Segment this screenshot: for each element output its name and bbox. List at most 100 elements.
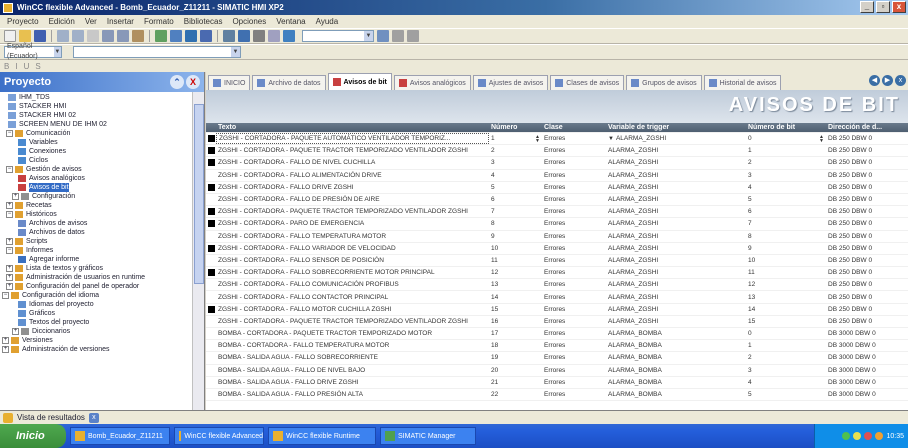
row-selector[interactable] [206,279,216,290]
grid-cell-bit[interactable]: 12 [746,279,826,290]
table-row[interactable]: ZGSHI - CORTADORA - PAQUETE TRACTOR TEMP… [206,145,908,158]
grid-cell-num[interactable]: 22 [489,389,542,400]
menu-item[interactable]: Insertar [102,17,139,26]
grid-cell-cls[interactable]: Errores [542,279,606,290]
expand-icon[interactable]: + [12,193,19,200]
editor-tab[interactable]: Avisos analógicos [393,75,471,90]
editor-tab[interactable]: Ajustes de avisos [472,75,549,90]
grid-column-header[interactable]: Clase [542,123,606,132]
grid-cell-var[interactable]: ALARMA_BOMBA [606,389,746,400]
expand-icon[interactable]: + [2,346,9,353]
grid-cell-addr[interactable]: DB 250 DBW 0 [826,279,896,290]
menu-item[interactable]: Proyecto [2,17,44,26]
expand-icon[interactable]: + [6,283,13,290]
window-titlebar[interactable]: WinCC flexible Advanced - Bomb_Ecuador_Z… [0,0,908,15]
menu-item[interactable]: Bibliotecas [179,17,228,26]
grid-cell-num[interactable]: 7 [489,206,542,217]
grid-column-header[interactable]: Variable de trigger [606,123,746,132]
grid-cell-var[interactable]: ALARMA_ZGSHI [606,304,746,315]
project-tree-item[interactable]: − Gestión de avisos [0,165,193,174]
grid-cell-addr[interactable]: DB 3000 DBW 0 [826,365,896,376]
project-tree-item[interactable]: Ciclos [0,156,193,165]
taskbar-button[interactable]: WinCC flexible Advanced [174,427,264,445]
minimize-button[interactable]: _ [860,1,874,13]
row-selector[interactable] [206,194,216,205]
format-button[interactable]: U [24,62,30,71]
project-tree-item[interactable]: SCREEN MENU DE IHM 02 [0,120,193,129]
grid-cell-cls[interactable]: Errores [542,206,606,217]
row-selector[interactable] [206,157,216,168]
collapse-icon[interactable]: − [6,211,13,218]
grid-cell-addr[interactable]: DB 250 DBW 0 [826,304,896,315]
editor-tab[interactable]: Avisos de bit [327,73,392,90]
layer-icon[interactable] [377,30,389,42]
taskbar-button[interactable]: WinCC flexible Runtime [268,427,376,445]
grid-cell-text[interactable]: ZGSHI - CORTADORA - PAQUETE TRACTOR TEMP… [216,145,489,156]
grid-cell-var[interactable]: ALARMA_ZGSHI [606,218,746,229]
menu-item[interactable]: Edición [44,17,80,26]
row-selector[interactable] [206,218,216,229]
table-row[interactable]: ZGSHI - CORTADORA - FALLO SOBRECORRIENTE… [206,267,908,280]
table-row[interactable]: BOMBA - SALIDA AGUA - FALLO DRIVE ZGSHI 2… [206,377,908,389]
project-tree-item[interactable]: + Lista de textos y gráficos [0,264,193,273]
project-tree-scrollbar[interactable] [192,92,204,410]
grid-cell-cls[interactable]: Errores [542,182,606,193]
grid-cell-var[interactable]: ALARMA_BOMBA [606,328,746,339]
spinner-icon[interactable]: ▲ ▼ [535,134,540,143]
grid-cell-addr[interactable]: DB 3000 DBW 0 [826,340,896,351]
project-tree-item[interactable]: − Configuración del idioma [0,291,193,300]
replace-icon[interactable] [268,30,280,42]
undo-icon[interactable] [57,30,69,42]
grid-cell-var[interactable]: ALARMA_BOMBA [606,365,746,376]
font-select[interactable]: ▼ [73,46,241,58]
table-row[interactable]: BOMBA - CORTADORA - PAQUETE TRACTOR TEMP… [206,328,908,341]
project-tree-item[interactable]: Agregar informe [0,255,193,264]
grid-cell-num[interactable]: 10 [489,243,542,254]
grid-cell-num[interactable]: 8 [489,218,542,229]
grid-cell-cls[interactable]: Errores [542,340,606,351]
zoom-select[interactable]: ▼ [302,30,374,42]
row-selector[interactable] [206,291,216,302]
table-row[interactable]: ZGSHI - CORTADORA - FALLO DE NIVEL CUCHI… [206,157,908,170]
close-icon[interactable]: x [88,412,99,423]
grid-cell-cls[interactable]: Errores [542,157,606,168]
help-icon[interactable] [283,30,295,42]
menu-item[interactable]: Ayuda [311,17,344,26]
tab-close-icon[interactable]: x [895,75,906,86]
collapse-icon[interactable]: − [6,247,13,254]
table-row[interactable]: BOMBA - SALIDA AGUA - FALLO PRESIÓN ALTA… [206,389,908,402]
grid-column-header[interactable]: Número [489,123,542,132]
table-row[interactable]: ZGSHI - CORTADORA - FALLO CONTACTOR PRIN… [206,291,908,304]
grid-cell-addr[interactable]: DB 3000 DBW 0 [826,328,896,339]
grid-cell-cls[interactable]: Errores [542,267,606,278]
spinner-icon[interactable]: ▲ ▼ [819,134,824,143]
table-row[interactable]: ZGSHI - CORTADORA - FALLO TEMPERATURA MO… [206,231,908,243]
table-row[interactable]: ZGSHI - CORTADORA - FALLO VARIADOR DE VE… [206,243,908,255]
runtime-icon[interactable] [185,30,197,42]
row-selector[interactable] [206,243,216,254]
grid-cell-addr[interactable]: DB 250 DBW 0 [826,316,896,327]
grid-cell-cls[interactable]: Errores [542,389,606,400]
delete-icon[interactable] [87,30,99,42]
row-selector[interactable] [206,170,216,181]
grid-icon[interactable] [392,30,404,42]
grid-cell-bit[interactable]: 2 [746,157,826,168]
table-row[interactable]: BOMBA - SALIDA AGUA - FALLO DE NIVEL BAJ… [206,365,908,377]
row-selector[interactable] [206,316,216,327]
editor-tab[interactable]: Grupos de avisos [626,75,702,90]
close-button[interactable]: x [892,1,906,13]
grid-cell-text[interactable]: BOMBA - CORTADORA - PAQUETE TRACTOR TEMP… [216,328,489,339]
grid-cell-cls[interactable]: Errores [542,352,606,363]
expand-icon[interactable]: + [6,274,13,281]
project-tree-item[interactable]: STACKER HMI 02 [0,111,193,120]
row-selector[interactable] [206,267,216,278]
editor-tab[interactable]: Clases de avisos [550,75,625,90]
grid-cell-num[interactable]: 4 [489,170,542,181]
grid-cell-num[interactable]: 18 [489,340,542,351]
project-tree-item[interactable]: Idiomas del proyecto [0,300,193,309]
grid-cell-text[interactable]: ZGSHI - CORTADORA - FALLO DE NIVEL CUCHI… [216,157,489,168]
grid-cell-text[interactable]: ZGSHI - CORTADORA - FALLO SOBRECORRIENTE… [216,267,489,278]
start-button[interactable]: Inicio [0,424,66,448]
download-icon[interactable] [223,30,235,42]
grid-cell-addr[interactable]: DB 250 DBW 0 [826,145,896,156]
